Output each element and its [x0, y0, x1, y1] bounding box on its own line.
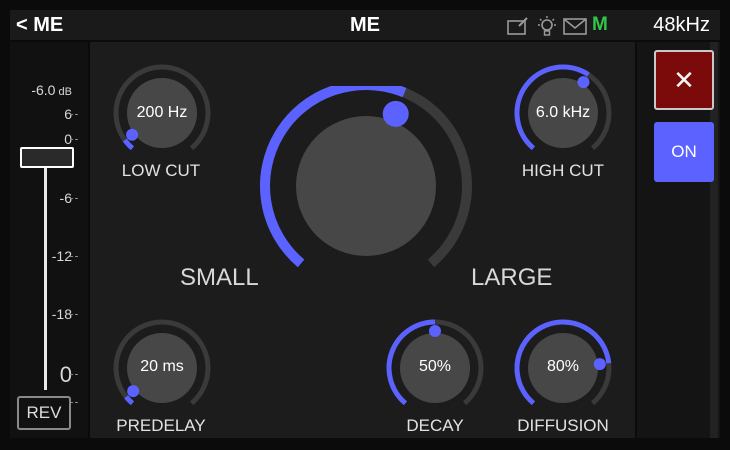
scale-mark: -6 — [59, 190, 72, 206]
top-bar: < ME ME M 48kHz — [10, 10, 720, 40]
page-title: ME — [350, 14, 380, 36]
scale-tick — [70, 374, 78, 376]
scale-tick — [70, 198, 78, 200]
high-cut-label: HIGH CUT — [521, 161, 605, 180]
status-m-indicator: M — [592, 14, 608, 35]
low-cut-label: LOW CUT — [121, 161, 201, 180]
high-cut-knob[interactable]: 6.0 kHz — [514, 64, 612, 162]
predelay-arc — [124, 395, 135, 406]
diffusion-value: 80% — [546, 358, 580, 375]
predelay-label: PREDELAY — [116, 416, 206, 435]
close-button[interactable]: ✕ — [654, 50, 714, 110]
fader-track[interactable] — [44, 152, 47, 390]
rev-button[interactable]: REV — [17, 396, 71, 430]
low-cut-value: 200 Hz — [136, 104, 188, 121]
scale-tick — [70, 114, 78, 116]
scale-mark: 0 — [64, 131, 72, 147]
scale-mark: -18 — [51, 306, 72, 322]
on-button[interactable]: ON — [654, 122, 714, 182]
scale-tick — [70, 139, 78, 141]
high-cut-indicator — [577, 76, 590, 89]
decay-knob[interactable]: 50% — [386, 319, 484, 417]
predelay-knob[interactable]: 20 ms — [113, 319, 211, 417]
low-cut-indicator — [126, 128, 139, 141]
lightbulb-icon — [536, 16, 558, 43]
mail-icon — [563, 16, 587, 41]
scale-mark: -12 — [51, 248, 72, 264]
scale-mark: 0 — [59, 362, 72, 387]
low-cut-knob[interactable]: 200 Hz — [113, 64, 211, 162]
decay-indicator — [429, 325, 441, 337]
scale-tick — [70, 314, 78, 316]
decay-value: 50% — [418, 358, 452, 375]
decay-label: DECAY — [406, 416, 464, 435]
scale-mark: 6 — [64, 106, 72, 122]
size-large-label: LARGE — [471, 264, 553, 291]
window-edit-icon — [507, 16, 529, 41]
peak-readout: -6.0 dB — [31, 82, 72, 98]
diffusion-label: DIFFUSION — [517, 416, 609, 435]
diffusion-knob[interactable]: 80% — [514, 319, 612, 417]
room-size-indicator — [382, 100, 409, 127]
sample-rate: 48kHz — [653, 14, 710, 36]
scale-tick — [70, 402, 78, 404]
high-cut-value: 6.0 kHz — [535, 104, 591, 121]
room-size-knob[interactable] — [255, 80, 475, 286]
scale-tick — [70, 256, 78, 258]
size-small-label: SMALL — [180, 264, 259, 291]
fader-handle[interactable] — [20, 147, 74, 168]
predelay-indicator — [127, 385, 140, 398]
low-cut-arc — [122, 138, 135, 151]
predelay-value: 20 ms — [140, 358, 184, 375]
room-size-knob-body — [296, 116, 436, 256]
